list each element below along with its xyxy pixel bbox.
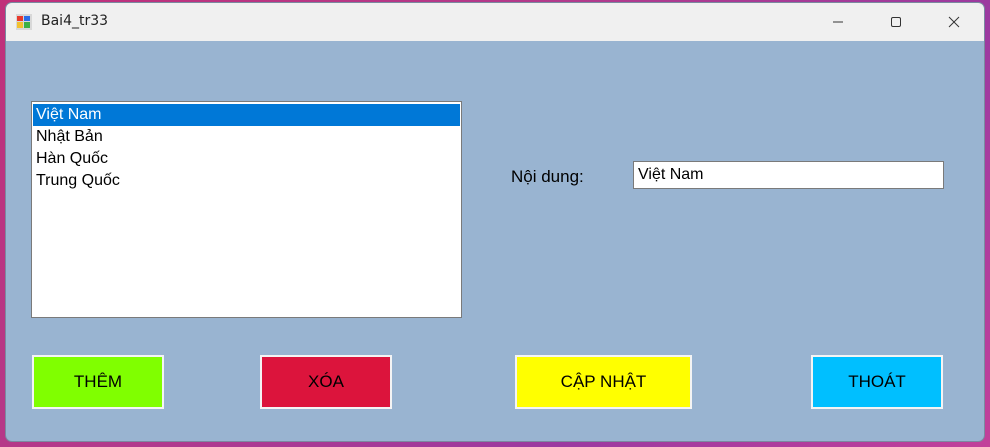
title-bar[interactable]: Bai4_tr33 (6, 3, 984, 41)
country-listbox[interactable]: Việt Nam Nhật Bản Hàn Quốc Trung Quốc (31, 101, 462, 318)
content-input[interactable] (633, 161, 944, 189)
list-item[interactable]: Nhật Bản (33, 126, 460, 148)
list-item[interactable]: Trung Quốc (33, 170, 460, 192)
exit-button[interactable]: THOÁT (811, 355, 943, 409)
minimize-button[interactable] (809, 3, 867, 41)
minimize-icon (833, 21, 843, 23)
maximize-icon (891, 17, 901, 27)
window-title: Bai4_tr33 (41, 13, 109, 29)
app-icon (16, 14, 32, 30)
maximize-button[interactable] (867, 3, 925, 41)
update-button[interactable]: CẬP NHẬT (515, 355, 692, 409)
list-item[interactable]: Việt Nam (33, 104, 460, 126)
close-button[interactable] (925, 3, 983, 41)
add-button[interactable]: THÊM (32, 355, 164, 409)
delete-button[interactable]: XÓA (260, 355, 392, 409)
app-window: Bai4_tr33 Việt Nam Nhật Bản Hàn Quốc Tru… (5, 2, 985, 442)
list-item[interactable]: Hàn Quốc (33, 148, 460, 170)
content-label: Nội dung: (511, 167, 584, 186)
close-icon (948, 16, 960, 28)
